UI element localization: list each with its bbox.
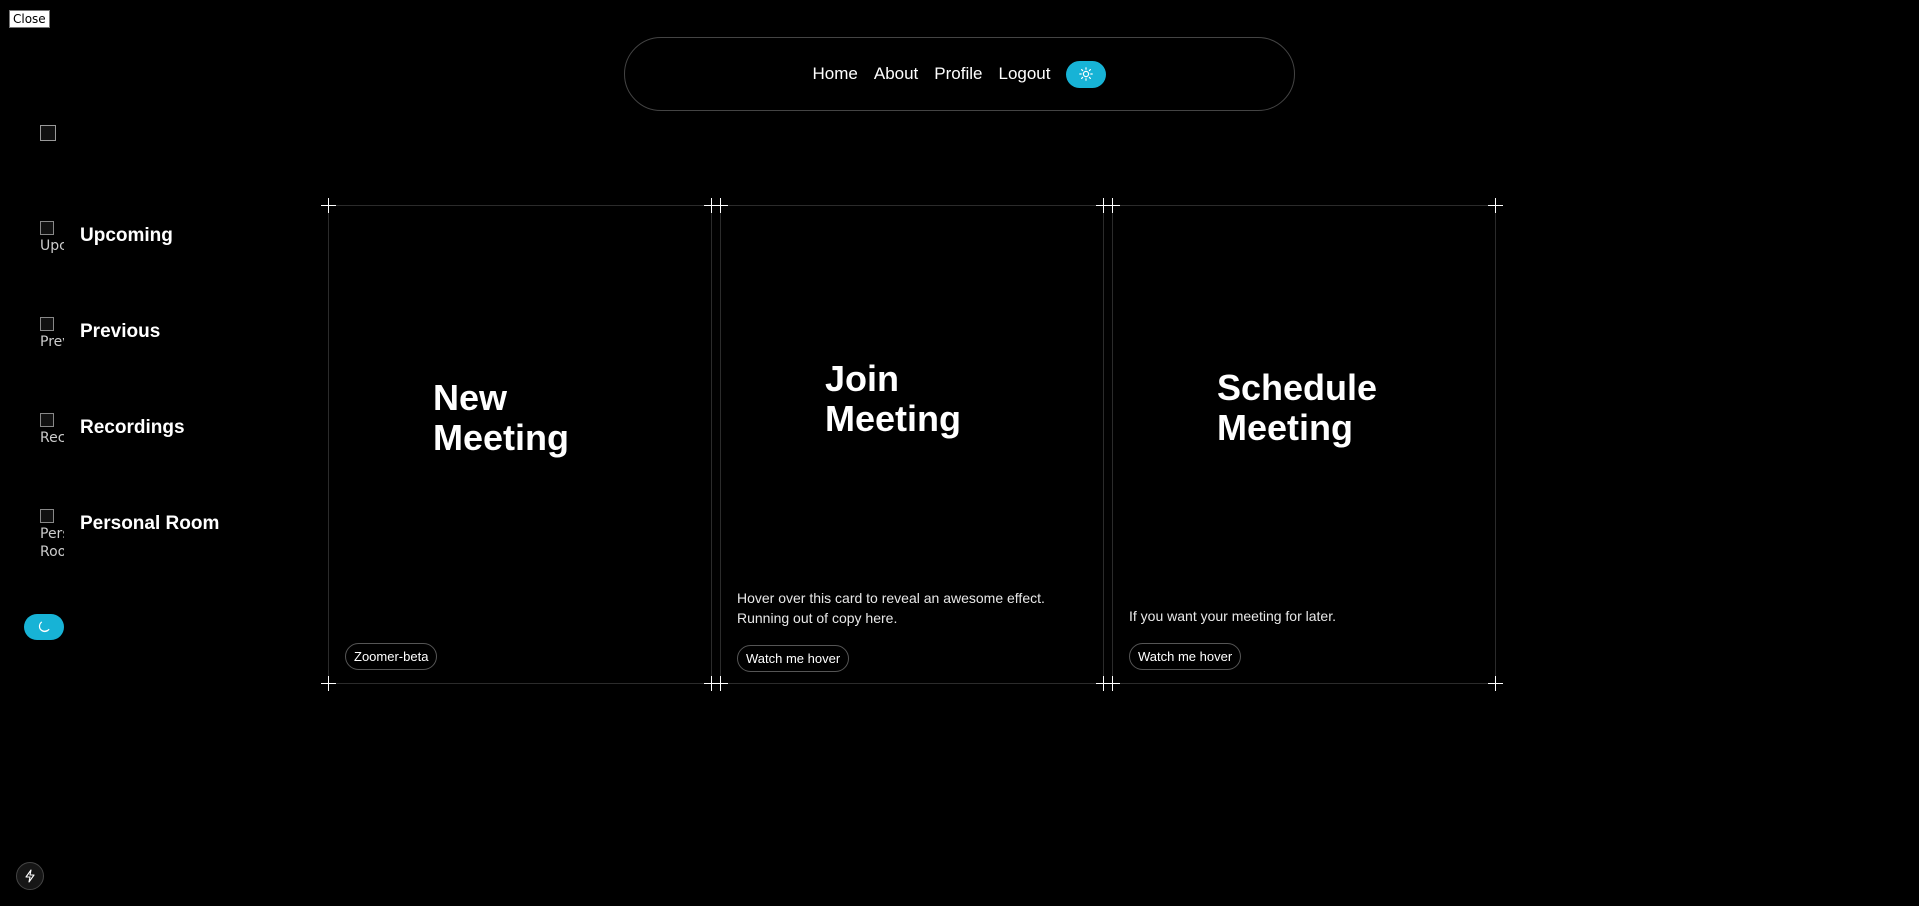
dev-tools-button[interactable] <box>16 862 44 890</box>
sidebar-item-recordings[interactable]: Recordings Recordings <box>40 413 185 453</box>
light-theme-toggle[interactable] <box>1066 60 1107 88</box>
upcoming-icon: Upcoming <box>40 221 64 261</box>
card-badge[interactable]: Zoomer-beta <box>345 643 438 670</box>
previous-icon: Previous <box>40 317 64 357</box>
close-button[interactable]: Close <box>9 10 50 28</box>
bolt-icon <box>25 869 35 883</box>
nav-about-link[interactable]: About <box>874 64 918 84</box>
corner-plus-icon <box>321 198 336 213</box>
card-badge[interactable]: Watch me hover <box>1129 643 1242 670</box>
top-navbar: Home About Profile Logout <box>624 37 1295 111</box>
nav-home-link[interactable]: Home <box>813 64 858 84</box>
sidebar-item-upcoming[interactable]: Upcoming Upcoming <box>40 221 173 261</box>
nav-logout-link[interactable]: Logout <box>998 64 1050 84</box>
card-title: Join Meeting <box>825 358 962 439</box>
card-badge[interactable]: Watch me hover <box>737 645 850 672</box>
card-title: Schedule Meeting <box>1217 367 1378 448</box>
sidebar-item-label: Upcoming <box>80 225 173 246</box>
schedule-meeting-card[interactable]: Schedule Meeting If you want your meetin… <box>1105 198 1503 691</box>
corner-plus-icon <box>321 676 336 691</box>
card-description: Hover over this card to reveal an awesom… <box>737 590 1045 626</box>
corner-plus-icon <box>1488 676 1503 691</box>
dark-theme-toggle[interactable] <box>24 614 64 640</box>
moon-icon <box>38 621 50 633</box>
corner-plus-icon <box>1488 198 1503 213</box>
corner-plus-icon <box>713 676 728 691</box>
nav-profile-link[interactable]: Profile <box>934 64 982 84</box>
sun-icon <box>1079 67 1094 81</box>
join-meeting-card[interactable]: Join Meeting Hover over this card to rev… <box>713 198 1111 691</box>
sidebar-item-label: Previous <box>80 321 161 342</box>
recordings-icon: Recordings <box>40 413 64 453</box>
sidebar-item-personal-room[interactable]: Personal Room Personal Room <box>40 509 219 571</box>
sidebar-logo-image[interactable] <box>40 125 56 141</box>
card-description: If you want your meeting for later. <box>1129 608 1336 624</box>
sidebar-item-previous[interactable]: Previous Previous <box>40 317 160 357</box>
corner-plus-icon <box>1105 676 1120 691</box>
personal-room-icon: Personal Room <box>40 509 64 571</box>
corner-plus-icon <box>1105 198 1120 213</box>
card-title: New Meeting <box>433 377 570 458</box>
corner-plus-icon <box>713 198 728 213</box>
sidebar-item-label: Personal Room <box>80 513 220 534</box>
new-meeting-card[interactable]: New Meeting Zoomer-beta <box>321 198 719 691</box>
sidebar-item-label: Recordings <box>80 417 185 438</box>
